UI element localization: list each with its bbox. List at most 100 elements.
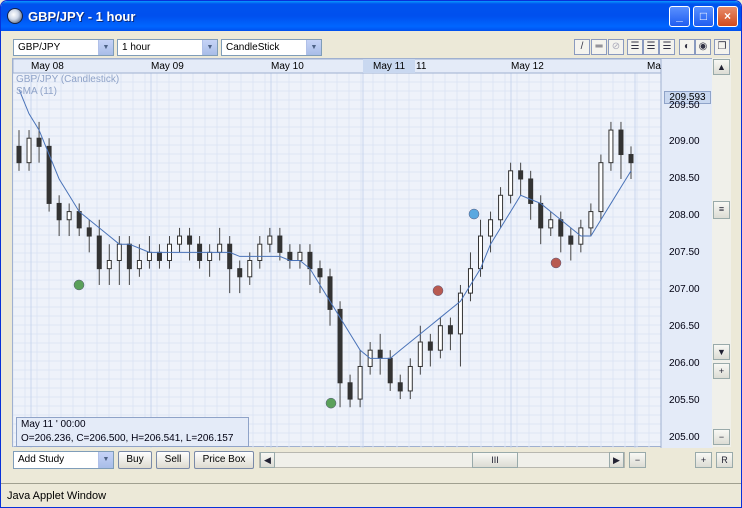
candle-body	[116, 243, 122, 261]
chevron-down-icon[interactable]: ▼	[306, 40, 321, 55]
candle-body	[187, 235, 193, 245]
candle-body	[327, 276, 333, 310]
candle-body	[227, 243, 233, 270]
candle-body	[106, 260, 112, 270]
y-tick-label: 205.50	[669, 395, 700, 406]
zoom-in-x-icon[interactable]: +	[695, 452, 712, 468]
period-select-value: 1 hour	[122, 42, 151, 53]
y-tick-label: 209.00	[669, 136, 700, 147]
scroll-down-icon[interactable]: ▼	[713, 344, 730, 360]
y-tick-label: 206.50	[669, 321, 700, 332]
candle-body	[437, 325, 443, 351]
app-icon	[7, 8, 23, 24]
date-axis-strip	[13, 59, 662, 74]
zoom-in-y-icon[interactable]: +	[713, 363, 730, 379]
candle-body	[478, 235, 484, 270]
price-box-button[interactable]: Price Box	[194, 451, 254, 469]
candle-body	[598, 162, 604, 213]
candle-body	[407, 365, 413, 392]
info-time: May 11 ' 00:00	[21, 419, 86, 430]
candle-body	[257, 243, 263, 261]
y-tick-label: 208.50	[669, 173, 700, 184]
candle-body	[317, 268, 323, 278]
date-label: May 09	[151, 61, 184, 72]
y-tick-label: 208.00	[669, 210, 700, 221]
candle-body	[297, 251, 303, 261]
ohlc-info-box: May 11 ' 00:00 O=206.236, C=206.500, H=2…	[16, 417, 249, 447]
candle-body	[307, 251, 313, 270]
chevron-down-icon[interactable]: ▼	[98, 452, 113, 468]
info-signal-marker	[468, 208, 480, 220]
y-tick-label: 205.00	[669, 432, 700, 443]
candle-body	[628, 154, 634, 164]
zoom-out-y-icon[interactable]: −	[713, 429, 730, 445]
grid-table-icon[interactable]: ☰	[659, 39, 675, 55]
chevron-down-icon[interactable]: ▼	[202, 40, 217, 55]
horizontal-scrollbar[interactable]: ◀ III ▶	[259, 452, 625, 468]
candle-body	[488, 219, 494, 237]
candle-body	[136, 260, 142, 270]
candle-body	[217, 243, 223, 253]
y-tick-label: 207.00	[669, 284, 700, 295]
reset-button[interactable]: R	[716, 452, 733, 468]
grid-lines-icon[interactable]: ☰	[627, 39, 643, 55]
symbol-select[interactable]: GBP/JPY ▼	[13, 39, 114, 56]
date-label: May 11	[373, 61, 406, 72]
candle-body	[36, 137, 42, 147]
candle-body	[177, 235, 183, 245]
candle-body	[277, 235, 283, 253]
candle-body	[66, 211, 72, 221]
period-select[interactable]: 1 hour ▼	[117, 39, 218, 56]
scroll-left-icon[interactable]: ◀	[260, 452, 275, 468]
candle-body	[357, 365, 363, 400]
legend-series-candles: GBP/JPY (Candlestick)	[16, 74, 120, 85]
grid-dense-icon[interactable]: ☰	[643, 39, 659, 55]
add-study-label: Add Study	[18, 454, 65, 465]
trendline-tool-icon[interactable]: /	[574, 39, 590, 55]
chevron-down-icon[interactable]: ▼	[98, 40, 113, 55]
title-bar: GBP/JPY - 1 hour _ □ ×	[1, 1, 741, 31]
buy-button[interactable]: Buy	[118, 451, 152, 469]
candle-body	[558, 219, 564, 237]
candle-body	[237, 268, 243, 278]
sell-signal-marker	[550, 257, 562, 269]
app-window: GBP/JPY - 1 hour _ □ × GBP/JPY ▼ 1 hour …	[0, 0, 742, 508]
candle-body	[56, 202, 62, 221]
candlestick-chart[interactable]	[13, 59, 713, 448]
scroll-right-icon[interactable]: ▶	[609, 452, 624, 468]
chart-area[interactable]: May 08 May 09 May 10 May 11 11 May 12 Ma…	[12, 58, 713, 448]
maximize-button[interactable]: □	[693, 6, 714, 27]
sell-button[interactable]: Sell	[156, 451, 190, 469]
candle-body	[377, 349, 383, 359]
y-tick-label: 206.00	[669, 358, 700, 369]
candle-body	[207, 251, 213, 261]
add-study-select[interactable]: Add Study ▼	[13, 451, 114, 469]
candle-body	[498, 194, 504, 221]
erase-tool-icon[interactable]: ⊘	[608, 39, 624, 55]
zoom-out-x-icon[interactable]: −	[629, 452, 646, 468]
y-tick-label: 209.50	[669, 100, 700, 111]
scroll-thumb[interactable]: III	[472, 452, 518, 468]
candle-body	[26, 137, 32, 164]
y-tick-label: 207.50	[669, 247, 700, 258]
minimize-button[interactable]: _	[669, 6, 690, 27]
buy-signal-marker	[73, 279, 85, 291]
zoom-reset-icon[interactable]: ◐	[679, 39, 695, 55]
legend-series-sma: SMA (11)	[16, 86, 57, 97]
chart-type-select[interactable]: CandleStick ▼	[221, 39, 322, 56]
horizontal-line-tool-icon[interactable]: ═	[591, 39, 607, 55]
candle-body	[618, 129, 624, 156]
window-title: GBP/JPY - 1 hour	[28, 9, 136, 24]
vertical-scrollbar[interactable]: ▲ ≡ ▼ + −	[712, 58, 731, 447]
settings-icon[interactable]: ◉	[695, 39, 711, 55]
candle-body	[156, 251, 162, 261]
close-button[interactable]: ×	[717, 6, 738, 27]
scroll-thumb[interactable]: ≡	[713, 201, 730, 219]
candle-body	[96, 235, 102, 270]
date-label: 11	[416, 61, 427, 72]
sell-signal-marker	[432, 285, 444, 296]
detach-window-icon[interactable]: ❐	[714, 39, 730, 55]
scroll-up-icon[interactable]: ▲	[713, 59, 730, 75]
date-label: May 10	[271, 61, 304, 72]
candle-body	[508, 170, 514, 196]
